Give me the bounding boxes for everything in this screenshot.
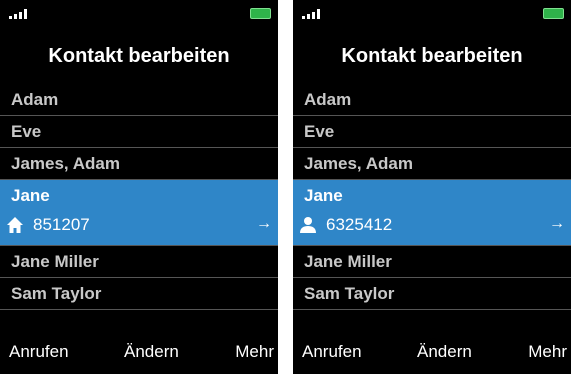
softkey-call[interactable]: Anrufen — [9, 342, 69, 362]
softkey-bar: Anrufen Ändern Mehr — [293, 342, 571, 364]
signal-strength-icon — [9, 9, 33, 19]
softkey-more[interactable]: Mehr — [235, 342, 274, 362]
phone-screen-left: Kontakt bearbeiten Adam Eve James, Adam … — [0, 0, 278, 374]
home-icon — [7, 217, 23, 233]
arrow-right-icon: → — [256, 215, 272, 232]
contact-number-row: 6325412 — [299, 215, 392, 235]
battery-icon — [543, 8, 564, 19]
contact-item[interactable]: James, Adam — [293, 148, 571, 180]
contact-item[interactable]: Sam Taylor — [293, 278, 571, 310]
softkey-edit[interactable]: Ändern — [417, 342, 472, 362]
contact-list[interactable]: Adam Eve James, Adam Jane 6325412 → Jane… — [293, 84, 571, 310]
contact-item-selected[interactable]: Jane 6325412 → — [293, 180, 571, 246]
contact-item[interactable]: Jane Miller — [0, 246, 278, 278]
contact-item[interactable]: Jane Miller — [293, 246, 571, 278]
contact-item[interactable]: Eve — [0, 116, 278, 148]
contact-item[interactable]: James, Adam — [0, 148, 278, 180]
status-bar — [0, 0, 278, 24]
softkey-more[interactable]: Mehr — [528, 342, 567, 362]
arrow-right-icon: → — [549, 215, 565, 232]
contact-number-row: 851207 — [6, 215, 90, 235]
contact-item[interactable]: Adam — [293, 84, 571, 116]
contact-list[interactable]: Adam Eve James, Adam Jane 851207 → Jane … — [0, 84, 278, 310]
page-title: Kontakt bearbeiten — [48, 45, 230, 67]
contact-number: 851207 — [33, 215, 90, 234]
page-title: Kontakt bearbeiten — [341, 45, 523, 67]
contact-name: Jane — [11, 186, 50, 205]
person-icon — [300, 217, 316, 233]
phone-screen-right: Kontakt bearbeiten Adam Eve James, Adam … — [293, 0, 571, 374]
signal-strength-icon — [302, 9, 326, 19]
status-bar — [293, 0, 571, 24]
softkey-bar: Anrufen Ändern Mehr — [0, 342, 278, 364]
softkey-call[interactable]: Anrufen — [302, 342, 362, 362]
contact-item[interactable]: Adam — [0, 84, 278, 116]
battery-icon — [250, 8, 271, 19]
softkey-edit[interactable]: Ändern — [124, 342, 179, 362]
contact-item-selected[interactable]: Jane 851207 → — [0, 180, 278, 246]
contact-name: Jane — [304, 186, 343, 205]
contact-item[interactable]: Sam Taylor — [0, 278, 278, 310]
contact-number: 6325412 — [326, 215, 393, 234]
contact-item[interactable]: Eve — [293, 116, 571, 148]
